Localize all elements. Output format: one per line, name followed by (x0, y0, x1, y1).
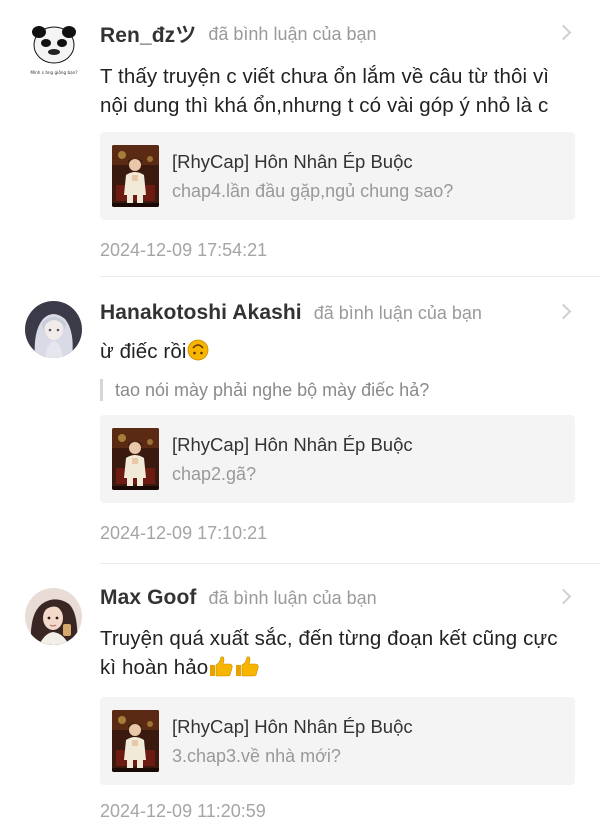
thumbs-up-icon (208, 655, 234, 685)
comment: Truyện quá xuất sắc, đến từng đoạn kết c… (100, 624, 575, 685)
story-title: [RhyCap] Hôn Nhân Ép Buộc (172, 715, 413, 737)
story-card[interactable]: [RhyCap] Hôn Nhân Ép Buộc chap2.gã? (100, 415, 575, 503)
timestamp: 2024-12-09 17:54:21 (100, 240, 268, 260)
action-text: đã bình luận của bạn (208, 587, 377, 608)
notification-header: Hanakotoshi Akashi đã bình luận của bạn (100, 299, 575, 327)
story-card[interactable]: [RhyCap] Hôn Nhân Ép Buộc 3.chap3.về nhà… (100, 697, 575, 785)
story-cover-image (112, 710, 159, 772)
notification-header: Max Goof đã bình luận của bạn (100, 584, 575, 612)
chapter-title: chap4.lần đầu gặp,ngủ chung sao? (172, 180, 454, 201)
story-cover-image (112, 145, 159, 207)
avatar[interactable] (25, 588, 82, 645)
quoted-comment: tao nói mày phải nghe bộ mày điếc hả? (100, 379, 575, 401)
comment-text: T thấy truyện c viết chưa ổn lắm về câu … (100, 65, 550, 117)
avatar[interactable] (25, 301, 82, 358)
thumbs-up-icon (234, 655, 260, 685)
username[interactable]: Ren_đzツ (100, 19, 196, 49)
avatar-caption: Mình s ăng giống bạn? (30, 70, 77, 75)
comment-text-line-2: kì hoàn hảo (100, 656, 209, 679)
timestamp: 2024-12-09 11:20:59 (100, 801, 266, 821)
notification-header: Ren_đzツ đã bình luận của bạn (100, 20, 575, 48)
notification-item[interactable]: Hanakotoshi Akashi đã bình luận của bạn … (0, 277, 600, 563)
chevron-right-icon[interactable] (558, 27, 570, 39)
chevron-right-icon[interactable] (558, 591, 570, 603)
chapter-title: chap2.gã? (172, 463, 257, 484)
chapter-title: 3.chap3.về nhà mới? (172, 745, 341, 766)
comment-text: ừ điếc rồi (100, 340, 187, 363)
notification-item[interactable]: Mình s ăng giống bạn? Ren_đzツ đã bình lu… (0, 0, 600, 276)
avatar[interactable]: Mình s ăng giống bạn? (28, 23, 80, 77)
action-text: đã bình luận của bạn (313, 302, 482, 323)
comment-text-line-1: Truyện quá xuất sắc, đến từng đoạn kết c… (100, 627, 558, 650)
timestamp: 2024-12-09 17:10:21 (100, 523, 268, 543)
upside-down-face-icon (187, 339, 209, 369)
story-title: [RhyCap] Hôn Nhân Ép Buộc (172, 433, 413, 455)
story-title: [RhyCap] Hôn Nhân Ép Buộc (172, 150, 413, 172)
story-cover-image (112, 428, 159, 490)
notification-item[interactable]: Max Goof đã bình luận của bạn Truyện quá… (0, 564, 600, 829)
story-card[interactable]: [RhyCap] Hôn Nhân Ép Buộc chap4.lần đầu … (100, 132, 575, 220)
action-text: đã bình luận của bạn (208, 23, 377, 44)
username[interactable]: Hanakotoshi Akashi (100, 301, 302, 325)
comment: ừ điếc rồi (100, 337, 575, 369)
username[interactable]: Max Goof (100, 586, 196, 610)
chevron-right-icon[interactable] (558, 306, 570, 318)
